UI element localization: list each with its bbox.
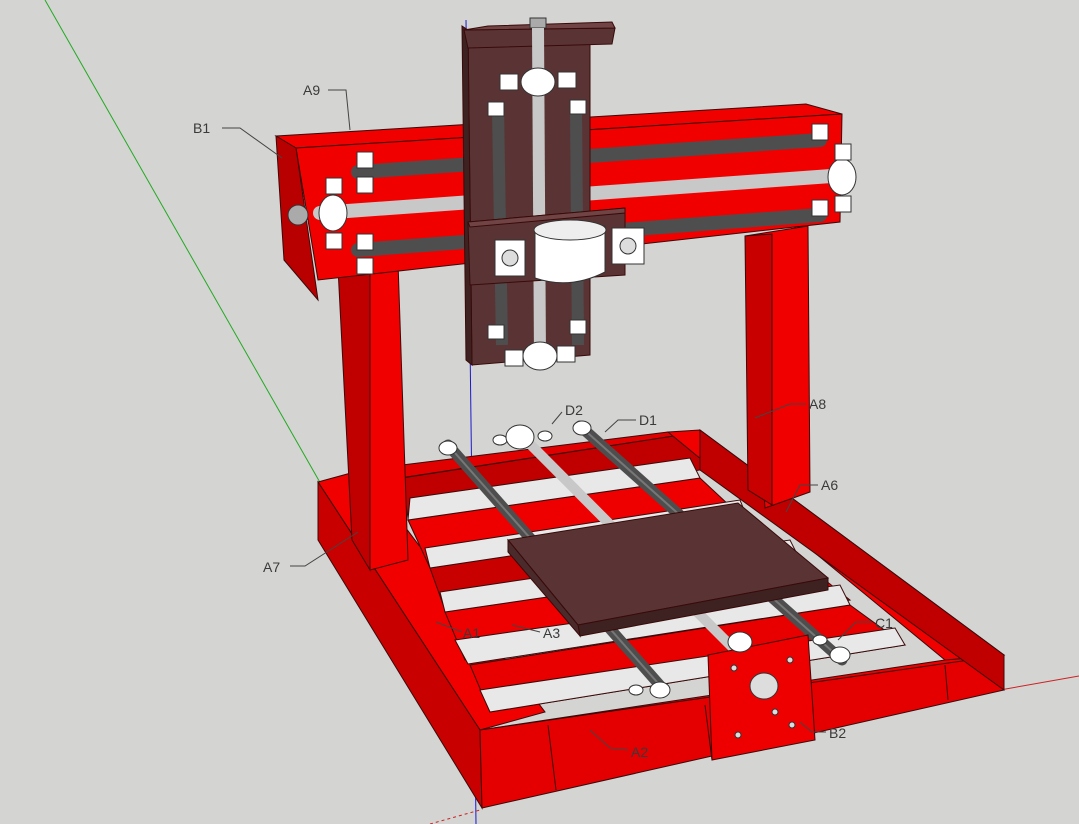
label-b2: B2 (829, 725, 846, 741)
label-a7: A7 (263, 559, 280, 575)
carriage-plate (467, 207, 645, 286)
label-a6: A6 (821, 477, 838, 493)
label-c1: C1 (875, 615, 893, 631)
label-d1: D1 (639, 412, 657, 428)
red-axis-dashed (429, 809, 481, 824)
label-a9: A9 (303, 82, 320, 98)
label-b1: B1 (193, 120, 210, 136)
right-upright (744, 225, 811, 509)
cnc-machine-diagram: A9 B1 D2 D1 A8 A6 A7 A1 A3 A2 C1 B2 (44, 0, 1079, 824)
label-a2: A2 (631, 744, 648, 760)
label-d2: D2 (565, 402, 583, 418)
motor-hole (749, 672, 779, 700)
red-axis-line (999, 675, 1079, 691)
label-a8: A8 (809, 396, 826, 412)
label-a1: A1 (463, 625, 480, 641)
label-a3: A3 (543, 625, 560, 641)
